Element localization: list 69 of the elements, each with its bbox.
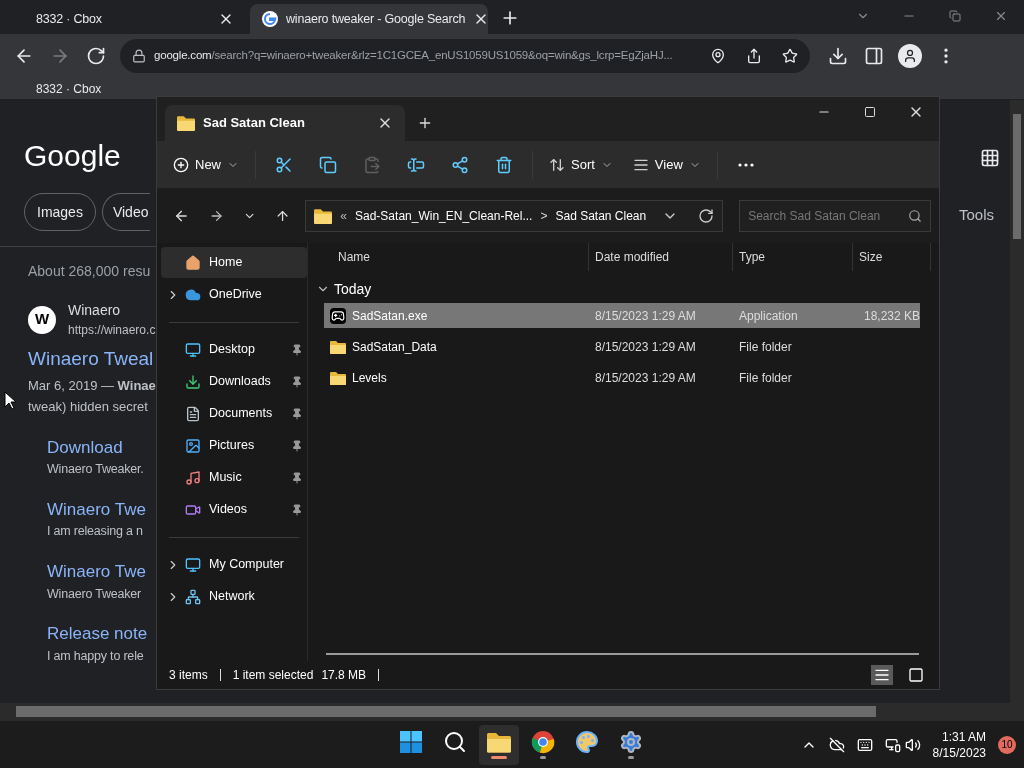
selection-size: 17.8 MB <box>321 667 367 684</box>
date-cell-text: 8/15/2023 1:29 AM <box>594 338 697 356</box>
tools-button[interactable]: Tools <box>958 204 994 227</box>
sitelink-title[interactable]: Winaero Twe <box>47 496 156 523</box>
sitelink-title[interactable]: Winaero Twe <box>47 559 156 585</box>
sidebar-item[interactable]: Home <box>161 247 307 278</box>
file-row[interactable]: SadSatan_Data 8/15/2023 1:29 AM File folder <box>324 334 920 359</box>
browser-tab[interactable]: winaero tweaker - Google Search <box>250 4 488 34</box>
breadcrumb-separator: > <box>540 208 548 225</box>
column-header[interactable]: Size <box>853 243 931 271</box>
sort-button[interactable]: Sort <box>541 148 621 181</box>
sidebar-item[interactable]: Network <box>161 581 307 612</box>
sidebar-item[interactable]: Desktop <box>161 334 307 365</box>
site-favicon: W <box>28 305 56 334</box>
address-bar[interactable]: « Sad-Satan_Win_EN_Clean-Rel... > Sad Satan Clean <box>305 200 724 232</box>
search-field[interactable]: Search Sad Satan Clean <box>748 207 908 225</box>
selection-info: 1 item selected <box>232 667 314 684</box>
sidebar-item[interactable]: Videos <box>161 494 307 525</box>
clock[interactable]: 1:31 AM 8/15/2023 <box>932 728 986 761</box>
column-header[interactable]: Date modified <box>589 243 733 271</box>
sidebar-item[interactable]: Pictures <box>161 430 307 461</box>
sitelink-snippet: Winaero Tweaker. <box>47 461 145 478</box>
explorer-tab[interactable]: Sad Satan Clean <box>165 105 405 141</box>
new-button[interactable]: New <box>165 148 247 181</box>
column-header[interactable]: Type <box>733 243 853 271</box>
result-snippet: tweak) hidden secret <box>28 398 149 416</box>
tab-title: 8332 · Cbox <box>36 10 103 28</box>
sitelink-snippet: I am releasing a n <box>47 523 144 541</box>
sidebar-item[interactable]: Downloads <box>161 366 307 397</box>
sidebar-item[interactable]: OneDrive <box>161 279 307 310</box>
sitelink-snippet: I am happy to rele <box>47 647 145 665</box>
breadcrumb-item[interactable]: Sad-Satan_Win_EN_Clean-Rel... <box>355 207 533 225</box>
file-row[interactable]: SadSatan.exe 8/15/2023 1:29 AM Application 18,232 KB <box>324 303 920 328</box>
view-button[interactable]: View <box>624 148 709 181</box>
notification-badge[interactable]: 10 <box>998 735 1016 754</box>
overflow-chevron[interactable]: « <box>340 207 347 225</box>
sidebar-item[interactable]: Music <box>161 462 307 493</box>
file-name: SadSatan.exe <box>352 307 428 325</box>
type-cell-text: File folder <box>738 338 793 356</box>
item-count: 3 items <box>169 667 208 684</box>
tab-title: winaero tweaker - Google Search <box>286 10 466 28</box>
site-name: Winaero <box>68 301 122 320</box>
search-box[interactable]: Search Sad Satan Clean <box>739 200 931 232</box>
file-row[interactable]: Levels 8/15/2023 1:29 AM File folder <box>324 365 920 390</box>
bookmark[interactable]: 8332 · Cbox <box>36 79 102 98</box>
browser-tab[interactable]: 8332 · Cbox <box>8 4 246 34</box>
sidebar-item[interactable]: Documents <box>161 398 307 429</box>
result-stats: About 268,000 resu <box>28 262 152 281</box>
type-cell-text: Application <box>738 307 799 325</box>
file-name: Levels <box>352 369 387 387</box>
size-cell-text: 18,232 KB <box>862 307 920 325</box>
sidebar-item[interactable]: My Computer <box>161 549 307 580</box>
site-url: https://winaero.c <box>68 322 156 339</box>
address-bar[interactable]: google.com/search?q=winaero+tweaker&rlz=1C1GCEA_enUS1059US1059&oq=win&gs_lcrp=EgZjaHJ... <box>120 39 810 73</box>
group-header[interactable]: Today <box>316 275 931 303</box>
result-snippet: Mar 6, 2019 — Winae <box>28 376 156 395</box>
google-logo[interactable]: Google <box>24 141 156 171</box>
sitelink-snippet: Winaero Tweaker <box>47 585 143 603</box>
sitelink-title[interactable]: Release note <box>47 621 156 647</box>
date-cell-text: 8/15/2023 1:29 AM <box>594 307 697 325</box>
breadcrumb-item[interactable]: Sad Satan Clean <box>555 207 647 225</box>
type-cell-text: File folder <box>738 369 793 387</box>
tab-title: Sad Satan Clean <box>203 114 306 133</box>
file-name: SadSatan_Data <box>352 338 437 356</box>
result-title[interactable]: Winaero Tweal <box>28 345 156 374</box>
date-cell-text: 8/15/2023 1:29 AM <box>594 369 697 387</box>
column-header[interactable]: Name <box>324 243 589 271</box>
sitelink-title[interactable]: Download <box>47 434 156 460</box>
url-text: google.com/search?q=winaero+tweaker&rlz=1C1GCEA_enUS1059US1059&oq=win&gs_lcrp=EgZjaHJ... <box>154 48 674 64</box>
